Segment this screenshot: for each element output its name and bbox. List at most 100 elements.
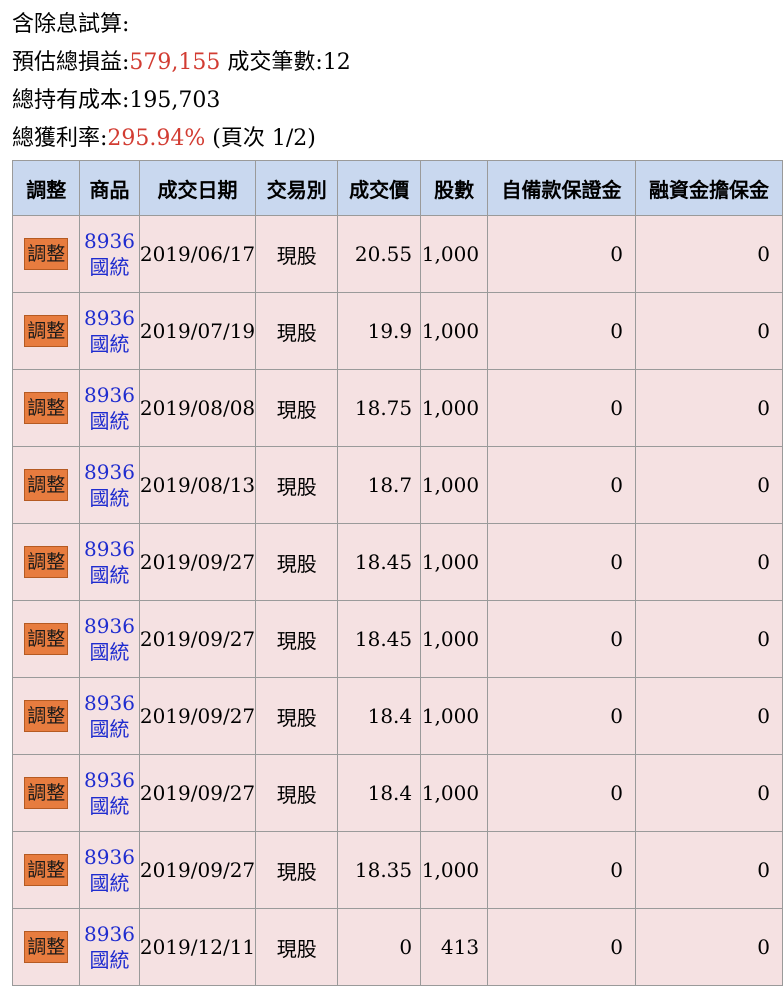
adjust-cell: 調整 (11, 523, 81, 601)
summary-panel: 含除息試算: 預估總損益:579,155 成交筆數:12 總持有成本:195,7… (12, 6, 772, 158)
shares-cell: 413 (420, 908, 489, 986)
margin-cell: 0 (487, 292, 636, 370)
product-code-link[interactable]: 8936 (81, 613, 138, 639)
product-cell: 8936 國統 (79, 831, 140, 909)
table-row: 調整 8936 國統 2019/08/13 現股 18.7 1,000 0 0 (11, 446, 783, 524)
summary-rate-line: 總獲利率:295.94% (頁次 1/2) (12, 120, 772, 158)
product-name-link[interactable]: 國統 (81, 485, 138, 511)
product-cell: 8936 國統 (79, 677, 140, 755)
price-cell: 18.4 (337, 754, 422, 832)
loan-collateral-cell: 0 (634, 446, 783, 524)
header-product: 商品 (79, 160, 140, 216)
product-name-link[interactable]: 國統 (81, 947, 138, 973)
adjust-cell: 調整 (11, 908, 81, 986)
margin-cell: 0 (487, 754, 636, 832)
price-cell: 18.45 (337, 600, 422, 678)
product-name-link[interactable]: 國統 (81, 562, 138, 588)
shares-cell: 1,000 (420, 523, 489, 601)
table-row: 調整 8936 國統 2019/09/27 現股 18.45 1,000 0 0 (11, 523, 783, 601)
header-trade-date: 成交日期 (138, 160, 257, 216)
adjust-button[interactable]: 調整 (24, 931, 69, 963)
loan-collateral-cell: 0 (634, 908, 783, 986)
table-header-row: 調整 商品 成交日期 交易別 成交價 股數 自備款保證金 融資金擔保金 (11, 160, 783, 216)
shares-cell: 1,000 (420, 446, 489, 524)
trade-type-cell: 現股 (255, 908, 339, 986)
trade-type-cell: 現股 (255, 831, 339, 909)
header-trade-type: 交易別 (255, 160, 339, 216)
loan-collateral-cell: 0 (634, 754, 783, 832)
product-cell: 8936 國統 (79, 446, 140, 524)
rate-label: 總獲利率: (12, 126, 108, 151)
product-name-link[interactable]: 國統 (81, 870, 138, 896)
margin-cell: 0 (487, 908, 636, 986)
table-body: 調整 8936 國統 2019/06/17 現股 20.55 1,000 0 0 … (11, 215, 783, 986)
adjust-button[interactable]: 調整 (24, 854, 69, 886)
product-code-link[interactable]: 8936 (81, 690, 138, 716)
adjust-button[interactable]: 調整 (24, 238, 69, 270)
loan-collateral-cell: 0 (634, 831, 783, 909)
table-row: 調整 8936 國統 2019/09/27 現股 18.35 1,000 0 0 (11, 831, 783, 909)
trade-type-cell: 現股 (255, 523, 339, 601)
rate-value: 295.94% (107, 126, 206, 151)
trade-date-cell: 2019/08/13 (138, 446, 257, 524)
adjust-button[interactable]: 調整 (24, 315, 69, 347)
trade-date-cell: 2019/09/27 (138, 831, 257, 909)
cost-value: 195,703 (129, 88, 221, 113)
product-code-link[interactable]: 8936 (81, 305, 138, 331)
summary-title: 含除息試算: (12, 12, 130, 37)
margin-cell: 0 (487, 831, 636, 909)
adjust-button[interactable]: 調整 (24, 392, 69, 424)
trade-type-cell: 現股 (255, 677, 339, 755)
margin-cell: 0 (487, 215, 636, 293)
adjust-cell: 調整 (11, 600, 81, 678)
table-row: 調整 8936 國統 2019/07/19 現股 19.9 1,000 0 0 (11, 292, 783, 370)
product-cell: 8936 國統 (79, 292, 140, 370)
adjust-button[interactable]: 調整 (24, 700, 69, 732)
trade-count-value: 12 (322, 50, 351, 75)
margin-cell: 0 (487, 446, 636, 524)
product-code-link[interactable]: 8936 (81, 382, 138, 408)
trade-date-cell: 2019/06/17 (138, 215, 257, 293)
trade-type-cell: 現股 (255, 215, 339, 293)
adjust-cell: 調整 (11, 677, 81, 755)
cost-label: 總持有成本: (12, 88, 130, 113)
product-code-link[interactable]: 8936 (81, 767, 138, 793)
adjust-button[interactable]: 調整 (24, 546, 69, 578)
product-name-link[interactable]: 國統 (81, 793, 138, 819)
shares-cell: 1,000 (420, 292, 489, 370)
product-cell: 8936 國統 (79, 369, 140, 447)
price-cell: 18.4 (337, 677, 422, 755)
product-name-link[interactable]: 國統 (81, 639, 138, 665)
product-name-link[interactable]: 國統 (81, 408, 138, 434)
product-code-link[interactable]: 8936 (81, 459, 138, 485)
adjust-button[interactable]: 調整 (24, 469, 69, 501)
shares-cell: 1,000 (420, 600, 489, 678)
trade-date-cell: 2019/09/27 (138, 754, 257, 832)
header-margin: 自備款保證金 (487, 160, 636, 216)
trade-type-cell: 現股 (255, 292, 339, 370)
loan-collateral-cell: 0 (634, 369, 783, 447)
product-name-link[interactable]: 國統 (81, 331, 138, 357)
product-cell: 8936 國統 (79, 908, 140, 986)
trade-count-label: 成交筆數: (220, 50, 323, 75)
adjust-cell: 調整 (11, 754, 81, 832)
product-code-link[interactable]: 8936 (81, 921, 138, 947)
shares-cell: 1,000 (420, 677, 489, 755)
shares-cell: 1,000 (420, 831, 489, 909)
trade-date-cell: 2019/09/27 (138, 677, 257, 755)
margin-cell: 0 (487, 600, 636, 678)
product-code-link[interactable]: 8936 (81, 228, 138, 254)
product-code-link[interactable]: 8936 (81, 536, 138, 562)
product-name-link[interactable]: 國統 (81, 254, 138, 280)
trade-date-cell: 2019/12/11 (138, 908, 257, 986)
shares-cell: 1,000 (420, 215, 489, 293)
trade-type-cell: 現股 (255, 600, 339, 678)
price-cell: 19.9 (337, 292, 422, 370)
summary-cost-line: 總持有成本:195,703 (12, 82, 772, 120)
adjust-button[interactable]: 調整 (24, 777, 69, 809)
product-code-link[interactable]: 8936 (81, 844, 138, 870)
adjust-button[interactable]: 調整 (24, 623, 69, 655)
table-row: 調整 8936 國統 2019/09/27 現股 18.45 1,000 0 0 (11, 600, 783, 678)
product-name-link[interactable]: 國統 (81, 716, 138, 742)
adjust-cell: 調整 (11, 446, 81, 524)
